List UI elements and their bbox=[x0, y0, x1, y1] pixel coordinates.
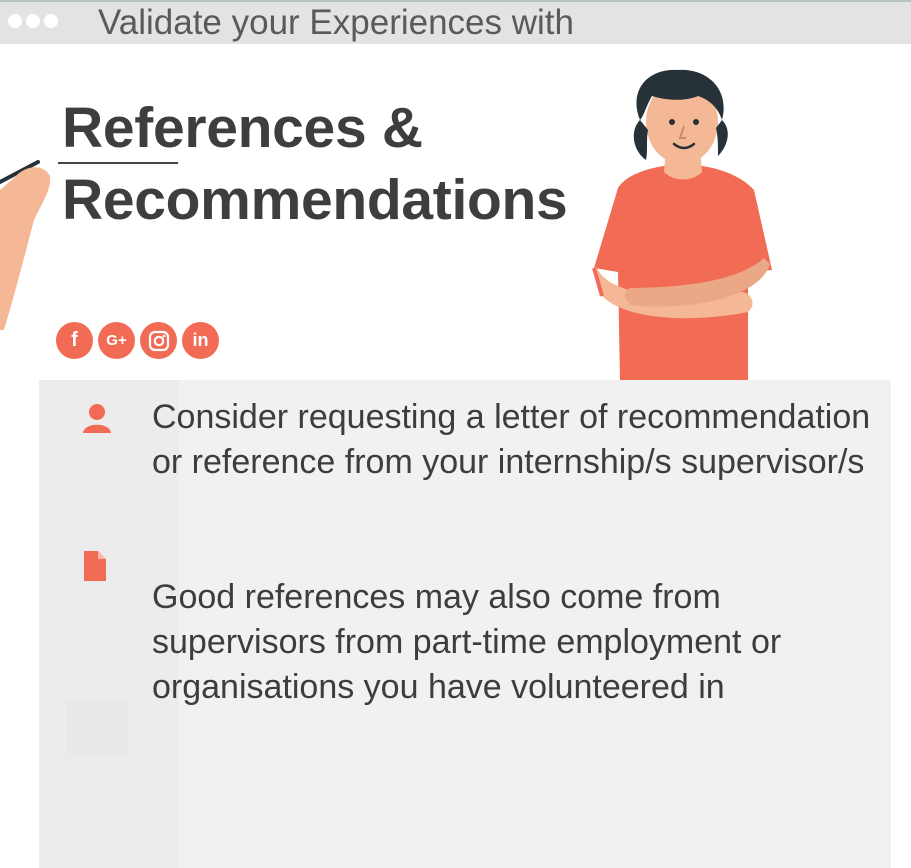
document-icon bbox=[84, 551, 106, 581]
facebook-label: f bbox=[71, 329, 78, 351]
window-dot-1[interactable] bbox=[8, 14, 22, 28]
facebook-icon[interactable]: f bbox=[56, 322, 93, 359]
linkedin-label: in bbox=[192, 330, 209, 350]
google-plus-icon[interactable]: G+ bbox=[98, 322, 135, 359]
window-title: Validate your Experiences with bbox=[98, 3, 574, 42]
heading-underline bbox=[58, 162, 178, 164]
window-dot-3[interactable] bbox=[44, 14, 58, 28]
window-dot-2[interactable] bbox=[26, 14, 40, 28]
page-heading: References & Recommendations bbox=[62, 92, 568, 236]
heading-line-2: Recommendations bbox=[62, 168, 568, 232]
window-controls[interactable] bbox=[8, 14, 58, 28]
decorative-square bbox=[66, 700, 128, 758]
google-plus-label: G+ bbox=[106, 332, 127, 349]
linkedin-icon[interactable]: in bbox=[182, 322, 219, 359]
user-icon bbox=[83, 404, 111, 433]
hand-holding-pen-illustration bbox=[0, 160, 51, 330]
social-icons: f G+ in bbox=[56, 322, 219, 359]
instagram-glyph bbox=[148, 330, 169, 351]
bullet-text-2: Good references may also come from super… bbox=[152, 578, 782, 706]
bullet-text-1: Consider requesting a letter of recommen… bbox=[152, 398, 871, 481]
window-title-bar: Validate your Experiences with bbox=[0, 0, 911, 44]
heading-line-1: References & bbox=[62, 96, 423, 160]
instagram-icon[interactable] bbox=[140, 322, 177, 359]
man-arms-crossed-illustration bbox=[592, 69, 772, 380]
top-border bbox=[0, 0, 911, 2]
